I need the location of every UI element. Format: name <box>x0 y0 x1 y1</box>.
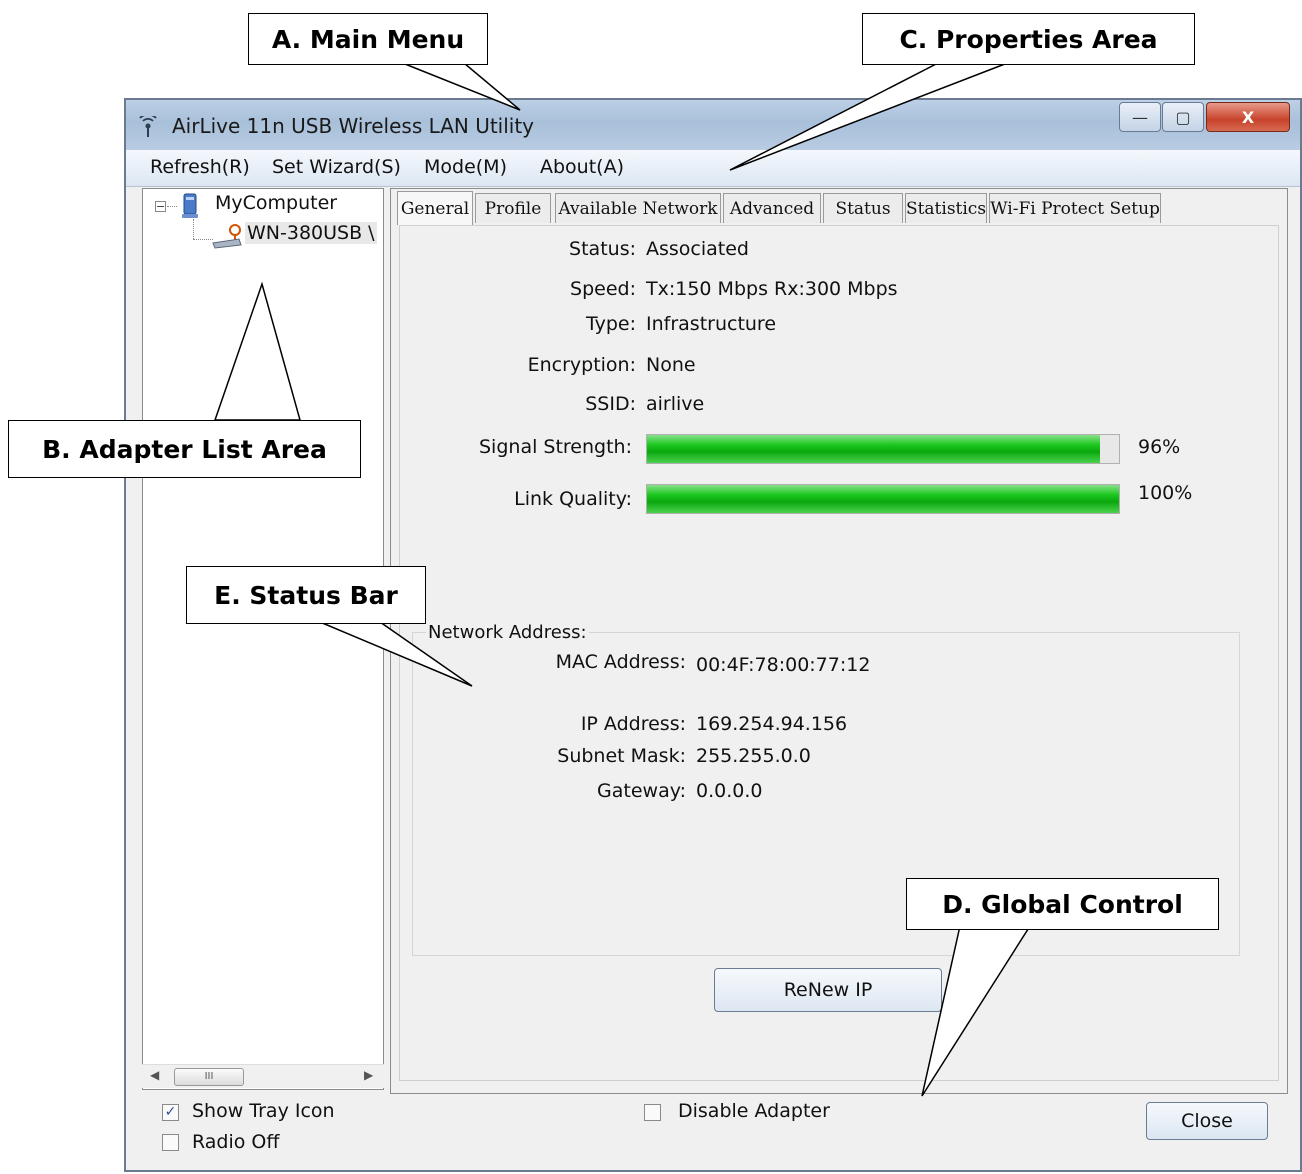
tree-connector <box>193 239 213 240</box>
menu-mode[interactable]: Mode(M) <box>424 156 507 178</box>
general-tab-panel: Status: Associated Speed: Tx:150 Mbps Rx… <box>399 225 1279 1081</box>
scroll-right-arrow-icon[interactable]: ▶ <box>364 1068 373 1082</box>
menu-set-wizard[interactable]: Set Wizard(S) <box>272 156 401 178</box>
minimize-button[interactable]: — <box>1119 102 1161 132</box>
signal-strength-fill <box>647 435 1101 463</box>
scroll-thumb[interactable]: III <box>174 1068 244 1086</box>
tab-status[interactable]: Status <box>823 193 903 223</box>
menu-about[interactable]: About(A) <box>540 156 624 178</box>
ip-address-value: 169.254.94.156 <box>696 713 848 735</box>
ip-address-label: IP Address: <box>580 713 686 735</box>
link-quality-fill <box>647 485 1119 513</box>
radio-off-label: Radio Off <box>192 1131 280 1153</box>
status-label: Status: <box>569 238 636 260</box>
callout-main-menu: A. Main Menu <box>248 13 488 65</box>
network-address-title: Network Address: <box>426 622 589 643</box>
signal-strength-value: 96% <box>1138 436 1181 458</box>
tree-item-mycomputer[interactable]: MyComputer <box>215 192 337 214</box>
tree-collapse-toggle[interactable]: − <box>155 201 166 212</box>
app-window: AirLive 11n USB Wireless LAN Utility — ▢… <box>124 98 1302 1172</box>
link-quality-value: 100% <box>1138 482 1193 504</box>
maximize-button[interactable]: ▢ <box>1162 102 1204 132</box>
type-label: Type: <box>585 313 636 335</box>
computer-icon <box>179 193 201 219</box>
tree-item-adapter[interactable]: WN-380USB \ <box>245 222 377 244</box>
show-tray-icon-label: Show Tray Icon <box>192 1100 335 1122</box>
speed-value: Tx:150 Mbps Rx:300 Mbps <box>646 278 898 300</box>
properties-tab-control: General Profile Available Network Advanc… <box>390 188 1288 1094</box>
tab-profile[interactable]: Profile <box>475 193 551 223</box>
tab-statistics[interactable]: Statistics <box>905 193 987 223</box>
link-quality-bar <box>646 484 1120 514</box>
disable-adapter-checkbox[interactable] <box>644 1104 661 1121</box>
disable-adapter-label: Disable Adapter <box>678 1100 830 1122</box>
tab-advanced[interactable]: Advanced <box>723 193 821 223</box>
ssid-value: airlive <box>646 393 705 415</box>
encryption-value: None <box>646 354 696 376</box>
tree-connector <box>193 219 194 239</box>
window-title: AirLive 11n USB Wireless LAN Utility <box>172 114 535 138</box>
subnet-mask-value: 255.255.0.0 <box>696 745 811 767</box>
speed-label: Speed: <box>570 278 636 300</box>
gateway-value: 0.0.0.0 <box>696 780 763 802</box>
status-value: Associated <box>646 238 749 260</box>
callout-global-control: D. Global Control <box>906 878 1219 930</box>
title-bar[interactable]: AirLive 11n USB Wireless LAN Utility — ▢… <box>126 100 1300 150</box>
menu-bar: Refresh(R) Set Wizard(S) Mode(M) About(A… <box>126 150 1300 187</box>
encryption-label: Encryption: <box>527 354 636 376</box>
tree-horizontal-scrollbar[interactable]: ◀ III ▶ <box>142 1064 384 1088</box>
menu-refresh[interactable]: Refresh(R) <box>150 156 250 178</box>
adapter-tree: − MyComputer WN-380USB \ <box>142 188 384 1090</box>
callout-status-bar: E. Status Bar <box>186 566 426 624</box>
link-quality-label: Link Quality: <box>514 488 632 510</box>
mac-address-value: 00:4F:78:00:77:12 <box>696 654 871 676</box>
signal-strength-label: Signal Strength: <box>479 436 632 458</box>
signal-strength-bar <box>646 434 1120 464</box>
scroll-left-arrow-icon[interactable]: ◀ <box>150 1068 159 1082</box>
gateway-label: Gateway: <box>597 780 686 802</box>
close-button[interactable]: Close <box>1146 1102 1268 1140</box>
callout-properties-area: C. Properties Area <box>862 13 1195 65</box>
callout-adapter-list-area: B. Adapter List Area <box>8 420 361 478</box>
mac-address-label: MAC Address: <box>555 651 686 673</box>
renew-ip-button[interactable]: ReNew IP <box>714 968 942 1012</box>
usb-adapter-icon <box>211 223 245 249</box>
show-tray-icon-checkbox[interactable]: ✓ <box>162 1104 179 1121</box>
ssid-label: SSID: <box>585 393 636 415</box>
type-value: Infrastructure <box>646 313 777 335</box>
tree-connector <box>167 206 177 207</box>
tab-available-network[interactable]: Available Network <box>555 193 721 223</box>
tab-general[interactable]: General <box>397 191 473 225</box>
subnet-mask-label: Subnet Mask: <box>557 745 686 767</box>
wireless-app-icon <box>138 113 158 141</box>
tab-wifi-protect-setup[interactable]: Wi-Fi Protect Setup <box>989 193 1161 223</box>
radio-off-checkbox[interactable] <box>162 1134 179 1151</box>
window-close-button[interactable]: X <box>1206 102 1290 132</box>
